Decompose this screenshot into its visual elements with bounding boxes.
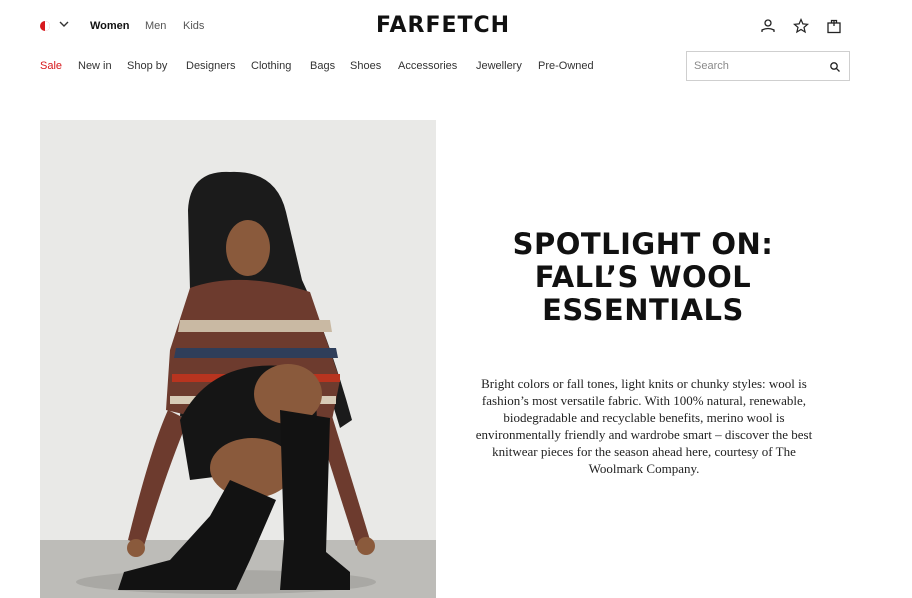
nav-item-designers[interactable]: Designers xyxy=(186,60,236,72)
country-flag-icon[interactable] xyxy=(40,21,50,31)
headline-line-2: FALL’S WOOL xyxy=(534,260,752,294)
search-icon[interactable] xyxy=(829,61,841,73)
nav-item-pre-owned[interactable]: Pre-Owned xyxy=(538,60,594,72)
headline-line-3: ESSENTIALS xyxy=(542,293,744,327)
nav-item-bags[interactable]: Bags xyxy=(310,60,335,72)
shopping-bag-icon[interactable] xyxy=(826,18,842,34)
hero-image[interactable] xyxy=(40,120,436,598)
account-icon[interactable] xyxy=(760,18,776,34)
hero-description: Bright colors or fall tones, light knits… xyxy=(475,376,813,476)
model-figure xyxy=(118,171,375,590)
nav-item-accessories[interactable]: Accessories xyxy=(398,60,457,72)
wishlist-star-icon[interactable] xyxy=(793,18,809,34)
nav-item-shop-by[interactable]: Shop by xyxy=(127,60,167,72)
chevron-down-icon[interactable] xyxy=(58,18,70,30)
nav-item-jewellery[interactable]: Jewellery xyxy=(476,60,522,72)
top-bar: Women Men Kids FARFETCH xyxy=(0,0,912,48)
nav-item-new-in[interactable]: New in xyxy=(78,60,112,72)
gender-tab-women[interactable]: Women xyxy=(90,20,130,32)
nav-item-sale[interactable]: Sale xyxy=(40,60,62,72)
nav-item-clothing[interactable]: Clothing xyxy=(251,60,291,72)
gender-tab-men[interactable]: Men xyxy=(145,20,166,32)
brand-logo[interactable]: FARFETCH xyxy=(376,13,510,38)
search-box xyxy=(686,51,850,81)
gender-tab-kids[interactable]: Kids xyxy=(183,20,204,32)
headline-line-1: SPOTLIGHT ON: xyxy=(512,227,774,261)
search-input[interactable] xyxy=(694,58,824,74)
nav-item-shoes[interactable]: Shoes xyxy=(350,60,381,72)
hero-headline: SPOTLIGHT ON: FALL’S WOOL ESSENTIALS xyxy=(470,228,816,327)
